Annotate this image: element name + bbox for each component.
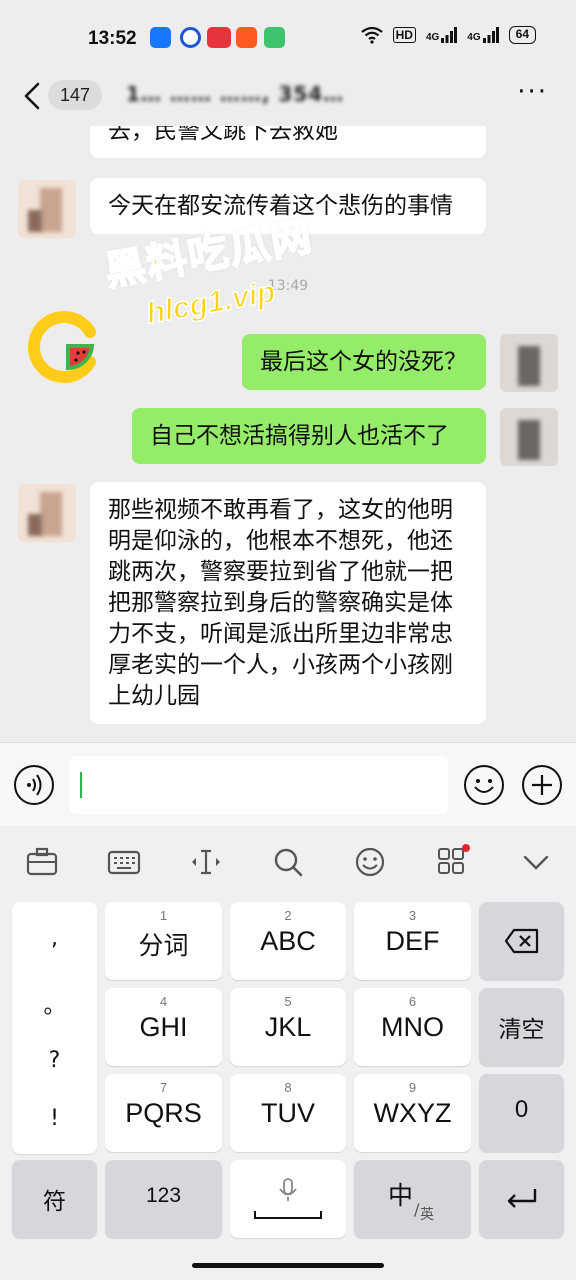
message-bubble[interactable]: 那些视频不敢再看了，这女的他明 明是仰泳的，他根本不想死，他还 跳两次，警察要拉… xyxy=(90,482,486,724)
punct-question-key[interactable]: ? xyxy=(12,1048,97,1073)
key-5[interactable]: 5 JKL xyxy=(230,988,346,1066)
app-notification-icon xyxy=(180,27,201,48)
key-6[interactable]: 6 MNO xyxy=(354,988,471,1066)
message-bubble[interactable]: 去，民警又跳下去救她 xyxy=(90,126,486,158)
numeric-key[interactable]: 123 xyxy=(105,1160,222,1238)
ime-keyboard: , 。 ? ! 1 分词 2 ABC 3 DEF 4 GHI 5 JKL 6 MNO 清空 … xyxy=(0,826,576,1280)
punct-exclaim-key[interactable]: ! xyxy=(12,1106,97,1131)
grid-apps-icon[interactable] xyxy=(434,844,470,880)
home-indicator[interactable] xyxy=(192,1263,384,1268)
chat-title: 1… …… ……, 354… xyxy=(126,82,345,106)
briefcase-icon[interactable] xyxy=(24,844,60,880)
app-notification-icon xyxy=(264,27,285,48)
space-bar-icon xyxy=(254,1211,322,1219)
back-arrow-icon[interactable] xyxy=(18,78,48,114)
message-bubble[interactable]: 自己不想活搞得别人也活不了 xyxy=(132,408,486,464)
app-notification-icon xyxy=(150,27,171,48)
unread-count-badge[interactable]: 147 xyxy=(48,80,103,110)
avatar[interactable] xyxy=(500,408,558,466)
text-cursor xyxy=(80,772,82,798)
wifi-icon xyxy=(360,26,383,44)
key-2[interactable]: 2 ABC xyxy=(230,902,346,980)
key-0[interactable]: 0 xyxy=(479,1074,564,1152)
emoji-icon[interactable] xyxy=(464,765,504,805)
battery-indicator: 64 xyxy=(508,26,536,44)
signal-2-icon: 4G xyxy=(467,27,499,43)
app-notification-icon xyxy=(236,27,257,48)
enter-key[interactable] xyxy=(479,1160,564,1238)
message-bubble[interactable]: 最后这个女的没死？ xyxy=(242,334,486,390)
punct-comma-key[interactable]: , xyxy=(12,926,97,951)
more-dots-icon[interactable]: ··· xyxy=(517,79,548,105)
cursor-move-icon[interactable] xyxy=(188,844,224,880)
punct-period-key[interactable]: 。 xyxy=(12,988,97,1020)
signal-1-icon: 4G xyxy=(426,27,458,43)
enter-icon xyxy=(507,1189,537,1208)
key-4[interactable]: 4 GHI xyxy=(105,988,222,1066)
status-time: 13:52 xyxy=(88,28,137,49)
chat-header: 147 1… …… ……, 354… ··· xyxy=(0,70,576,126)
space-key[interactable] xyxy=(230,1160,346,1238)
emoji-icon[interactable] xyxy=(352,844,388,880)
status-bar: 13:52 HD 4G 4G 64 xyxy=(0,0,576,70)
input-bar xyxy=(0,742,576,826)
backspace-icon xyxy=(504,928,539,954)
backspace-key[interactable] xyxy=(479,902,564,980)
symbol-key[interactable]: 符 xyxy=(12,1160,97,1238)
avatar[interactable] xyxy=(500,334,558,392)
avatar[interactable] xyxy=(18,180,76,238)
key-3[interactable]: 3 DEF xyxy=(354,902,471,980)
key-1[interactable]: 1 分词 xyxy=(105,902,222,980)
chevron-down-icon[interactable] xyxy=(518,844,554,880)
key-8[interactable]: 8 TUV xyxy=(230,1074,346,1152)
message-list[interactable]: 去，民警又跳下去救她 今天在都安流传着这个悲伤的事情 13:49 最后这个女的没… xyxy=(0,126,576,742)
status-right: HD 4G 4G 64 xyxy=(360,26,536,44)
message-timestamp: 13:49 xyxy=(267,278,309,294)
message-input[interactable] xyxy=(70,756,448,814)
add-more-icon[interactable] xyxy=(522,765,562,805)
key-9[interactable]: 9 WXYZ xyxy=(354,1074,471,1152)
app-notification-icon xyxy=(207,27,231,48)
watermark-logo-icon xyxy=(28,311,96,383)
keyboard-icon[interactable] xyxy=(106,844,142,880)
search-icon[interactable] xyxy=(270,844,306,880)
language-switch-key[interactable]: 中 / 英 xyxy=(354,1160,471,1238)
avatar[interactable] xyxy=(18,484,76,542)
microphone-icon xyxy=(279,1178,297,1201)
hd-badge: HD xyxy=(392,27,416,43)
punctuation-panel[interactable]: , 。 ? ! xyxy=(12,902,97,1154)
voice-input-icon[interactable] xyxy=(14,765,54,805)
key-7[interactable]: 7 PQRS xyxy=(105,1074,222,1152)
clear-key[interactable]: 清空 xyxy=(479,988,564,1066)
